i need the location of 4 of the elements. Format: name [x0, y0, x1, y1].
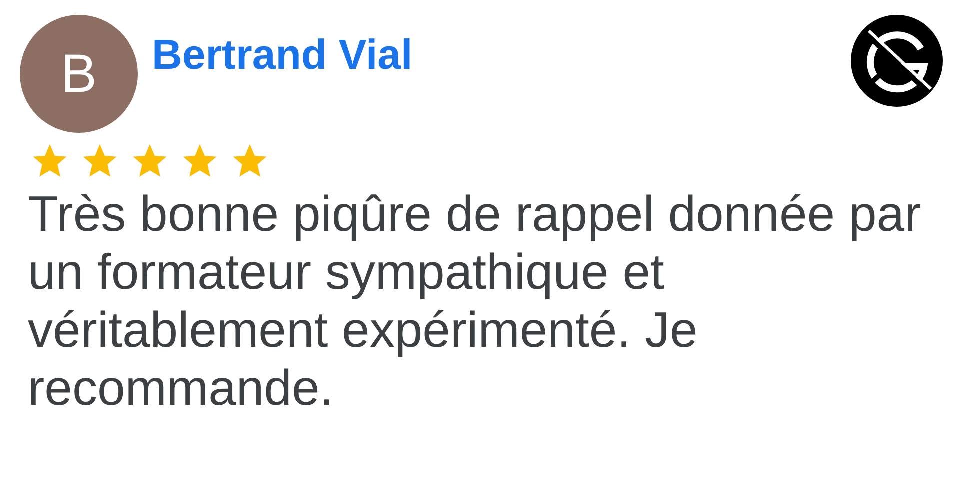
author-name[interactable]: Bertrand Vial — [152, 23, 413, 86]
logo-icon — [851, 15, 943, 107]
avatar: B — [20, 15, 138, 133]
review-text: Très bonne piqûre de rappel donnée par un formateur sympathique et véritablement expérimenté. Je recommande. — [28, 185, 922, 417]
